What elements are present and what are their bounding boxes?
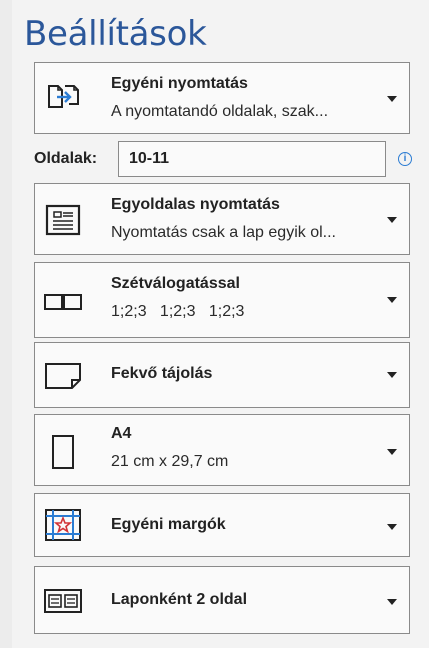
paper-size-label: A4	[111, 425, 132, 442]
custom-print-icon	[43, 77, 83, 117]
print-mode-description: A nyomtatandó oldalak, szak...	[111, 103, 329, 120]
one-sided-print-icon	[43, 200, 83, 240]
margins-dropdown[interactable]: Egyéni margók	[34, 493, 410, 557]
chevron-down-icon	[387, 96, 397, 102]
paper-size-description: 21 cm x 29,7 cm	[111, 453, 229, 470]
chevron-down-icon	[387, 599, 397, 605]
pages-label: Oldalak:	[34, 150, 98, 167]
sides-dropdown[interactable]: Egyoldalas nyomtatás Nyomtatás csak a la…	[34, 183, 410, 255]
sides-label: Egyoldalas nyomtatás	[111, 196, 280, 213]
custom-margins-icon	[43, 506, 83, 546]
orientation-dropdown[interactable]: Fekvő tájolás	[34, 342, 410, 408]
margins-label: Egyéni margók	[111, 516, 226, 533]
collation-label: Szétválogatással	[111, 275, 240, 292]
collated-icon	[43, 283, 83, 323]
collation-description: 1;2;3 1;2;3 1;2;3	[111, 303, 245, 320]
chevron-down-icon	[387, 524, 397, 530]
orientation-label: Fekvő tájolás	[111, 365, 213, 382]
info-icon[interactable]: i	[398, 152, 412, 166]
print-mode-dropdown[interactable]: Egyéni nyomtatás A nyomtatandó oldalak, …	[34, 62, 410, 134]
pages-per-sheet-dropdown[interactable]: Laponként 2 oldal	[34, 566, 410, 634]
settings-title: Beállítások	[24, 14, 207, 54]
sides-description: Nyomtatás csak a lap egyik ol...	[111, 224, 336, 241]
pages-per-sheet-label: Laponként 2 oldal	[111, 591, 248, 608]
pages-per-sheet-icon	[43, 581, 83, 621]
paper-size-icon	[43, 432, 83, 472]
chevron-down-icon	[387, 449, 397, 455]
pages-input[interactable]	[118, 141, 386, 177]
landscape-orientation-icon	[43, 356, 83, 396]
paper-size-dropdown[interactable]: A4 21 cm x 29,7 cm	[34, 414, 410, 486]
chevron-down-icon	[387, 372, 397, 378]
chevron-down-icon	[387, 217, 397, 223]
collation-dropdown[interactable]: Szétválogatással 1;2;3 1;2;3 1;2;3	[34, 262, 410, 338]
chevron-down-icon	[387, 297, 397, 303]
print-mode-label: Egyéni nyomtatás	[111, 75, 248, 92]
